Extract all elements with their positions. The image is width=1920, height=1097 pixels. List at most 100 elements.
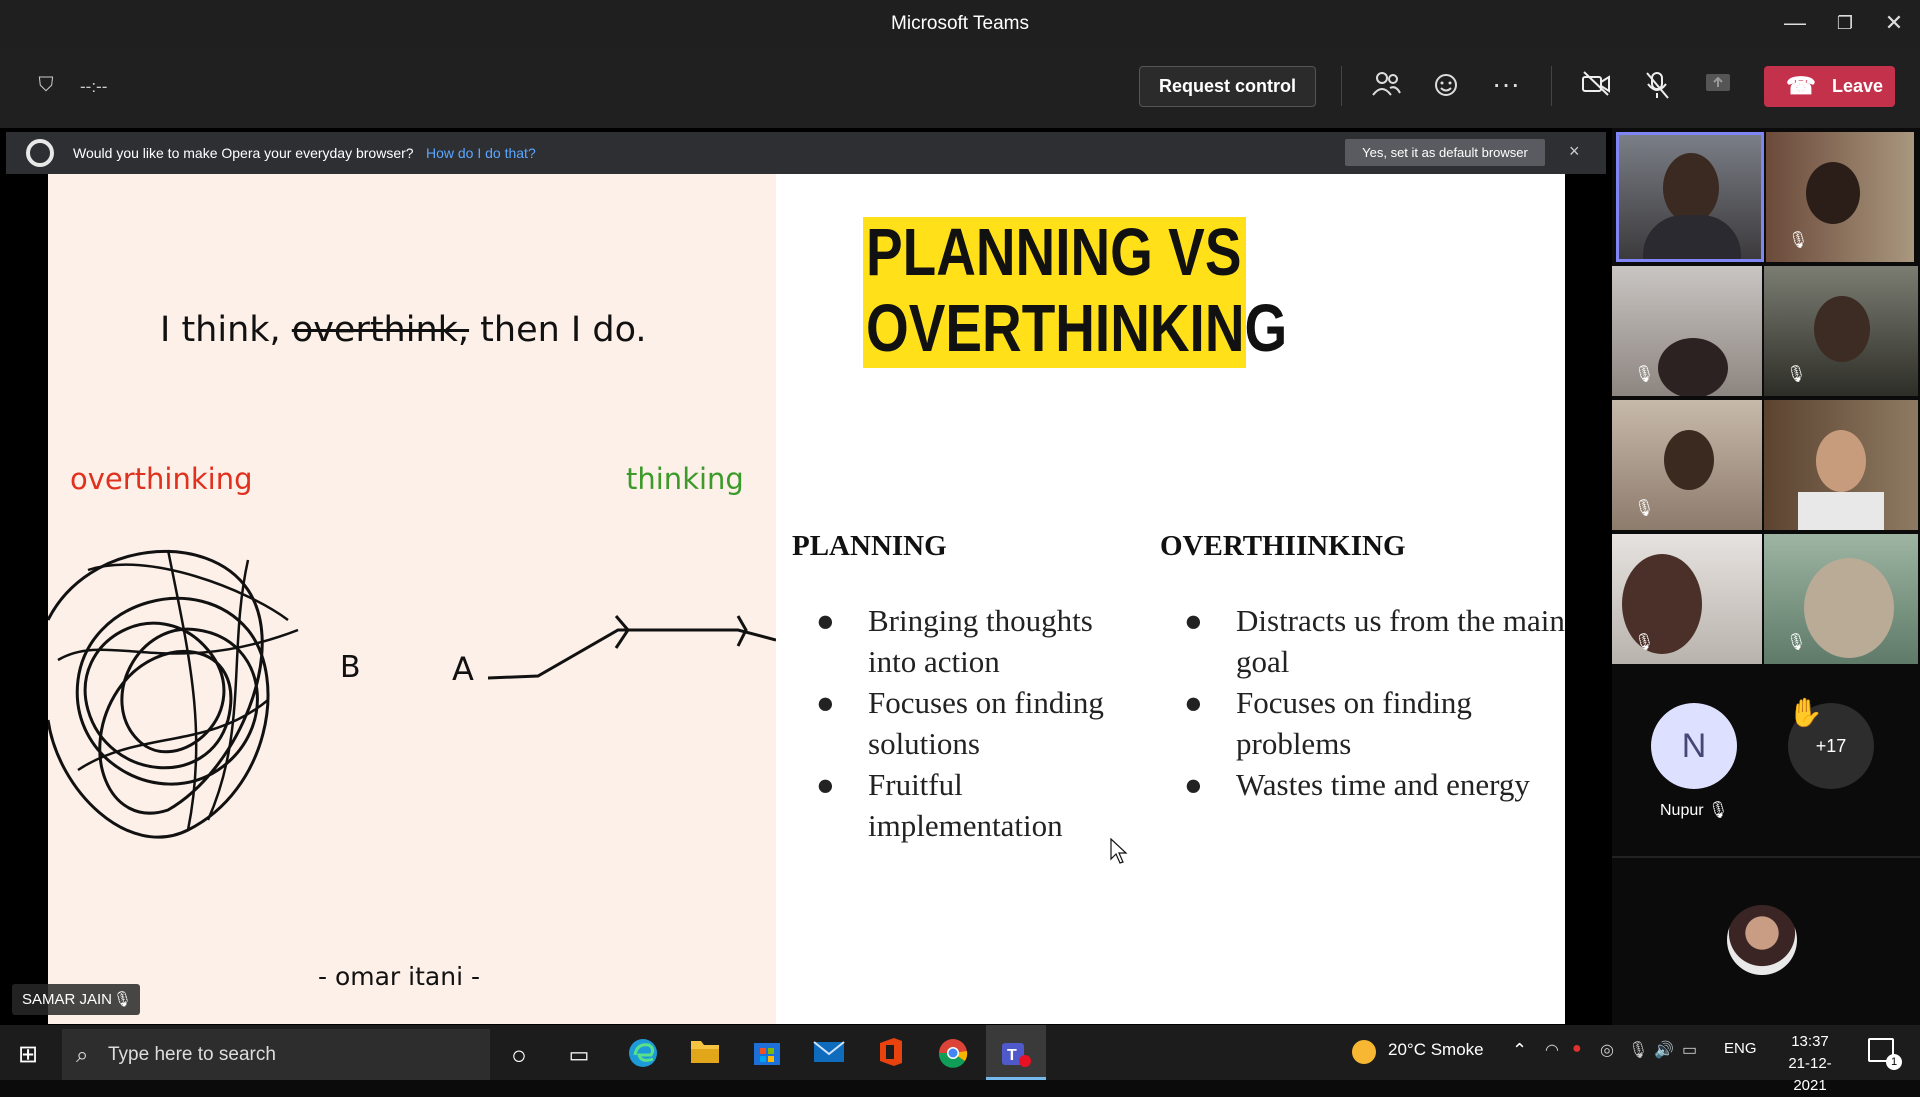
chrome-icon[interactable]	[931, 1037, 975, 1073]
mic-muted-icon: 🎙	[1786, 366, 1807, 383]
gallery-divider	[1612, 856, 1920, 858]
clock-time: 13:37	[1791, 1033, 1829, 1050]
mail-icon[interactable]	[807, 1037, 851, 1073]
microsoft-store-icon[interactable]	[745, 1037, 789, 1073]
presenter-name: SAMAR JAIN	[22, 991, 113, 1008]
request-control-button[interactable]: Request control	[1139, 66, 1316, 107]
scribble-diagram	[48, 549, 776, 839]
meeting-timer: --:--	[80, 77, 108, 96]
slide-title-line1: PLANNING VS	[866, 215, 1242, 290]
volume-icon[interactable]: 🔊	[1654, 1040, 1674, 1060]
meet-now-icon[interactable]: ◎	[1600, 1040, 1614, 1060]
mic-muted-icon: 🎙	[1788, 232, 1809, 249]
participant-silhouette	[1643, 215, 1741, 259]
slide-quote: I think, overthink, then I do.	[160, 310, 647, 350]
list-item: ● Wastes time and energy	[1184, 767, 1530, 802]
close-bar-icon[interactable]: ×	[1569, 141, 1580, 162]
thinking-label: thinking	[626, 462, 744, 496]
slide-title-line2: OVERTHINKING	[866, 291, 1288, 366]
edge-icon[interactable]	[621, 1037, 665, 1073]
opera-default-browser-bar: Would you like to make Opera your everyd…	[6, 132, 1606, 174]
taskbar-search-input[interactable]: ⌕ Type here to search	[62, 1029, 490, 1080]
network-icon[interactable]: ◠	[1545, 1040, 1559, 1060]
weather-text[interactable]: 20°C Smoke	[1388, 1040, 1484, 1060]
antivirus-icon[interactable]: ●	[1572, 1040, 1582, 1058]
planning-heading: PLANNING	[792, 530, 947, 562]
phone-hangup-icon: ☎	[1786, 73, 1816, 100]
raised-hand-icon: ✋	[1788, 697, 1823, 728]
title-bar: Microsoft Teams — ❐ ✕	[0, 0, 1920, 48]
participant-silhouette	[1658, 338, 1728, 396]
opera-how-link[interactable]: How do I do that?	[426, 145, 536, 161]
language-indicator[interactable]: ENG	[1724, 1040, 1757, 1057]
participant-video[interactable]: 🎙	[1766, 132, 1914, 262]
set-default-browser-button[interactable]: Yes, set it as default browser	[1345, 139, 1545, 166]
tray-chevron-icon[interactable]: ⌃	[1512, 1040, 1527, 1061]
clock[interactable]: 13:37 21-12-2021	[1775, 1031, 1845, 1097]
more-options-icon[interactable]: ···	[1484, 70, 1528, 106]
participant-video[interactable]: 🎙	[1764, 534, 1918, 664]
quote-start: I think,	[160, 310, 292, 350]
list-item: ● Focuses on finding problems	[1184, 685, 1472, 761]
participant-video[interactable]: 🎙	[1612, 266, 1762, 396]
self-avatar[interactable]	[1727, 905, 1797, 975]
restore-button[interactable]: ❐	[1825, 8, 1865, 40]
leave-button[interactable]: ☎ Leave	[1764, 66, 1895, 107]
participant-silhouette	[1816, 430, 1866, 492]
list-item: ● Focuses on finding solutions	[816, 685, 1104, 761]
office-icon[interactable]	[869, 1037, 913, 1073]
mic-muted-icon: 🎙	[1786, 634, 1807, 651]
minimize-button[interactable]: —	[1775, 8, 1815, 40]
mic-muted-icon: 🎙	[1634, 500, 1655, 517]
task-view-icon[interactable]: ▭	[557, 1037, 601, 1073]
reactions-icon[interactable]	[1424, 70, 1468, 106]
meeting-toolbar	[0, 48, 1920, 128]
point-a-label: A	[452, 650, 474, 688]
file-explorer-icon[interactable]	[683, 1037, 727, 1073]
list-item: ● Bringing thoughts into action	[816, 603, 1093, 679]
camera-off-icon[interactable]	[1574, 70, 1618, 106]
windows-start-icon[interactable]: ⊞	[18, 1040, 38, 1069]
quote-strike: overthink,	[291, 310, 470, 350]
participant-video[interactable]: 🎙	[1612, 534, 1762, 664]
participant-video[interactable]: 🎙	[1764, 266, 1918, 396]
participant-video[interactable]: 🎙	[1612, 400, 1762, 530]
search-icon: ⌕	[76, 1042, 89, 1067]
participant-avatar[interactable]: N	[1651, 703, 1737, 789]
participant-silhouette	[1814, 296, 1870, 362]
opera-message: Would you like to make Opera your everyd…	[73, 145, 414, 161]
participant-video[interactable]	[1764, 400, 1918, 530]
mic-off-icon[interactable]	[1635, 70, 1679, 106]
slide-title: PLANNING VS OVERTHINKING	[866, 215, 1287, 367]
overthinking-label: overthinking	[70, 462, 253, 496]
participant-video-active[interactable]	[1616, 132, 1764, 262]
list-item: ● Distracts us from the main goal	[1184, 603, 1565, 679]
share-tray-icon[interactable]	[1696, 70, 1740, 106]
toolbar-divider	[1341, 66, 1342, 106]
window-title: Microsoft Teams	[891, 13, 1029, 34]
shield-icon: ⛉	[38, 74, 54, 96]
battery-icon[interactable]: ▭	[1682, 1040, 1697, 1060]
mouse-cursor-icon	[1110, 838, 1128, 864]
list-item: ● Fruitful implementation	[816, 767, 1063, 843]
participants-icon[interactable]	[1364, 70, 1408, 106]
cortana-icon[interactable]: ○	[497, 1037, 541, 1073]
planning-list: ● Bringing thoughts into action ● Focuses …	[808, 600, 1138, 846]
participant-name: Nupur 🎙	[1660, 802, 1729, 819]
microphone-tray-icon[interactable]: 🎙	[1628, 1040, 1648, 1060]
participant-silhouette	[1798, 492, 1884, 530]
leave-label: Leave	[1832, 76, 1884, 96]
teams-icon[interactable]: T	[993, 1037, 1037, 1073]
participant-silhouette	[1663, 153, 1719, 223]
presenter-name-tag: SAMAR JAIN 🎙	[12, 984, 140, 1015]
close-window-button[interactable]: ✕	[1874, 8, 1914, 40]
participant-silhouette	[1804, 558, 1894, 658]
mic-muted-icon: 🎙	[1708, 802, 1729, 819]
participant-silhouette	[1664, 430, 1714, 490]
mic-muted-icon: 🎙	[1634, 366, 1655, 383]
mic-muted-icon: 🎙	[112, 991, 132, 1008]
opera-logo-icon	[26, 139, 54, 167]
quote-end: then I do.	[469, 310, 647, 350]
search-placeholder: Type here to search	[108, 1044, 276, 1065]
slide-author: - omar itani -	[318, 962, 480, 991]
